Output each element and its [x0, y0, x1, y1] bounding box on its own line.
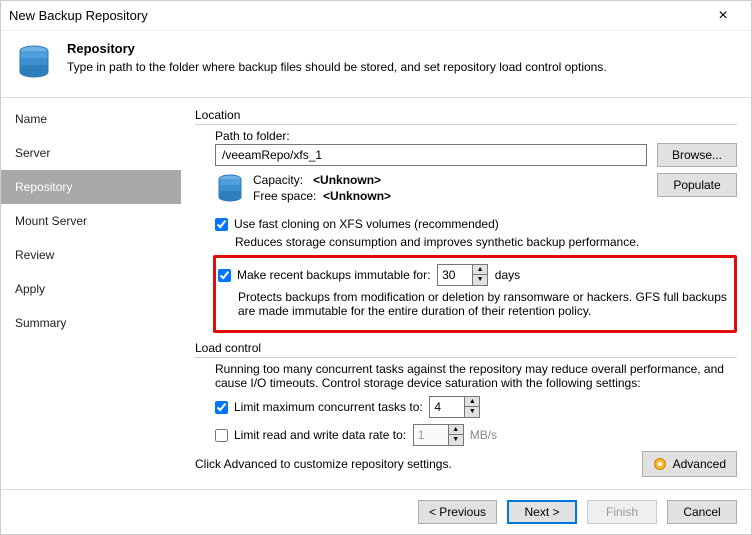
- limit-rate-unit: MB/s: [470, 428, 497, 442]
- freespace-label: Free space:: [253, 189, 316, 203]
- limit-rate-spinner: ▲▼: [413, 424, 464, 446]
- immutable-days-spinner[interactable]: ▲▼: [437, 264, 488, 286]
- sidebar-item-review[interactable]: Review: [1, 238, 181, 272]
- sidebar-item-server[interactable]: Server: [1, 136, 181, 170]
- gear-icon: [653, 457, 667, 471]
- cancel-button[interactable]: Cancel: [667, 500, 737, 524]
- limit-tasks-input[interactable]: [430, 397, 464, 417]
- previous-button[interactable]: < Previous: [418, 500, 497, 524]
- page-heading: Repository: [67, 41, 607, 56]
- immutable-desc: Protects backups from modification or de…: [238, 290, 728, 318]
- wizard-header: Repository Type in path to the folder wh…: [1, 31, 751, 97]
- immutable-checkbox[interactable]: [218, 269, 231, 282]
- immutable-label-post: days: [495, 268, 520, 282]
- button-bar: < Previous Next > Finish Cancel: [1, 489, 751, 534]
- sidebar-item-summary[interactable]: Summary: [1, 306, 181, 340]
- spinner-up-icon[interactable]: ▲: [465, 397, 479, 407]
- wizard-window: New Backup Repository × Repository Type …: [0, 0, 752, 535]
- limit-rate-checkbox[interactable]: [215, 429, 228, 442]
- database-small-icon: [215, 173, 245, 211]
- location-group-label: Location: [195, 108, 737, 125]
- immutable-days-input[interactable]: [438, 265, 472, 285]
- limit-tasks-label: Limit maximum concurrent tasks to:: [234, 400, 423, 414]
- limit-rate-label: Limit read and write data rate to:: [234, 428, 406, 442]
- spinner-down-icon: ▼: [449, 435, 463, 445]
- advanced-button-label: Advanced: [673, 457, 726, 471]
- path-input[interactable]: [215, 144, 647, 166]
- limit-rate-input: [414, 425, 448, 445]
- main-panel: Location Path to folder: Browse...: [181, 98, 751, 489]
- finish-button: Finish: [587, 500, 657, 524]
- capacity-value: <Unknown>: [313, 173, 381, 187]
- sidebar-item-repository[interactable]: Repository: [1, 170, 181, 204]
- titlebar: New Backup Repository ×: [1, 1, 751, 31]
- fast-clone-label: Use fast cloning on XFS volumes (recomme…: [234, 217, 499, 231]
- path-label: Path to folder:: [215, 129, 737, 143]
- fast-clone-desc: Reduces storage consumption and improves…: [235, 235, 737, 249]
- sidebar-item-mount-server[interactable]: Mount Server: [1, 204, 181, 238]
- wizard-sidebar: Name Server Repository Mount Server Revi…: [1, 98, 181, 489]
- advanced-hint: Click Advanced to customize repository s…: [195, 457, 642, 471]
- limit-tasks-spinner[interactable]: ▲▼: [429, 396, 480, 418]
- limit-tasks-checkbox[interactable]: [215, 401, 228, 414]
- advanced-button[interactable]: Advanced: [642, 451, 737, 477]
- spinner-up-icon: ▲: [449, 425, 463, 435]
- close-icon[interactable]: ×: [703, 7, 743, 25]
- page-subtext: Type in path to the folder where backup …: [67, 60, 607, 74]
- spinner-up-icon[interactable]: ▲: [473, 265, 487, 275]
- immutable-label-pre: Make recent backups immutable for:: [237, 268, 430, 282]
- sidebar-item-name[interactable]: Name: [1, 102, 181, 136]
- load-intro: Running too many concurrent tasks agains…: [215, 362, 737, 390]
- next-button[interactable]: Next >: [507, 500, 577, 524]
- capacity-label: Capacity:: [253, 173, 303, 187]
- highlighted-immutable-section: Make recent backups immutable for: ▲▼ da…: [213, 255, 737, 333]
- load-group-label: Load control: [195, 341, 737, 358]
- window-title: New Backup Repository: [9, 8, 703, 23]
- spinner-down-icon[interactable]: ▼: [465, 407, 479, 417]
- freespace-value: <Unknown>: [323, 189, 391, 203]
- sidebar-item-apply[interactable]: Apply: [1, 272, 181, 306]
- browse-button[interactable]: Browse...: [657, 143, 737, 167]
- database-icon: [15, 43, 53, 81]
- populate-button[interactable]: Populate: [657, 173, 737, 197]
- spinner-down-icon[interactable]: ▼: [473, 275, 487, 285]
- fast-clone-checkbox[interactable]: [215, 218, 228, 231]
